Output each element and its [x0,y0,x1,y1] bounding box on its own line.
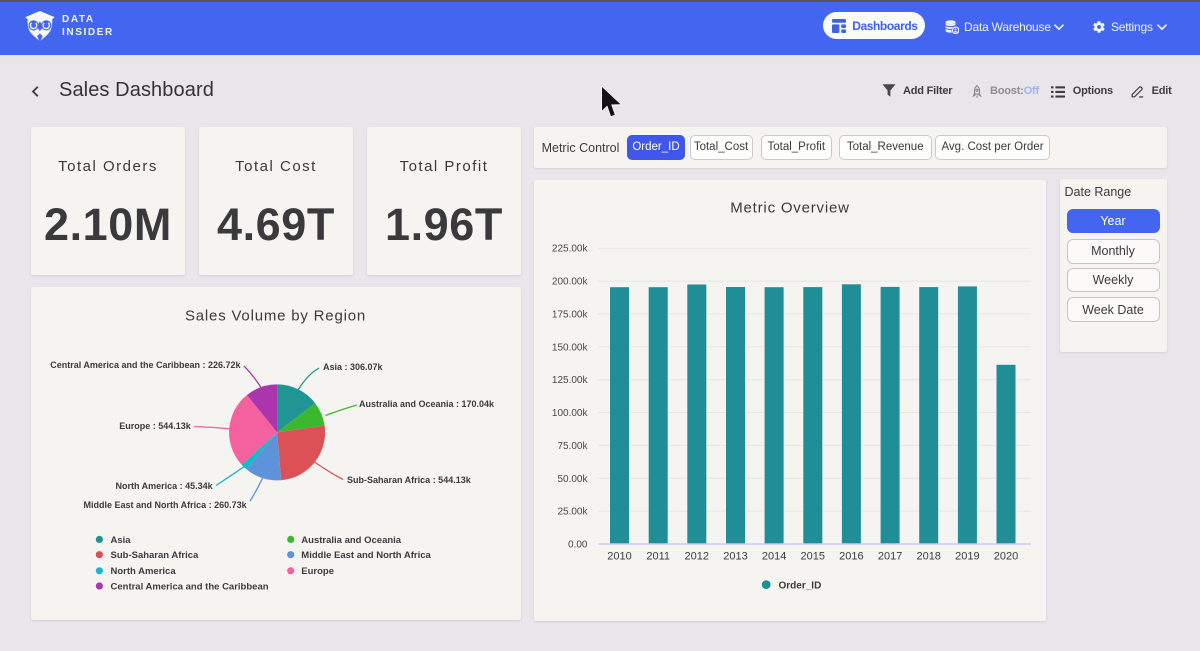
svg-text:100.00k: 100.00k [552,408,589,419]
svg-text:Sub-Saharan Africa: Sub-Saharan Africa [111,550,200,561]
svg-text:2014: 2014 [762,551,786,563]
svg-text:Central America and the Caribb: Central America and the Caribbean [111,581,269,592]
svg-text:0.00: 0.00 [568,540,588,551]
svg-text:Middle East and North Africa: Middle East and North Africa [301,550,431,561]
svg-text:2015: 2015 [801,551,825,563]
svg-text:Order_ID: Order_ID [779,580,822,591]
svg-text:North America : 45.34k: North America : 45.34k [115,481,213,491]
svg-text:2011: 2011 [646,551,670,563]
svg-text:Australia and Oceania : 170.04: Australia and Oceania : 170.04k [359,399,495,409]
svg-text:25.00k: 25.00k [557,507,588,518]
svg-text:Sub-Saharan Africa : 544.13k: Sub-Saharan Africa : 544.13k [347,475,472,485]
svg-text:125.00k: 125.00k [552,375,589,386]
svg-text:2019: 2019 [955,551,979,563]
svg-text:2018: 2018 [916,551,940,563]
svg-text:Europe : 544.13k: Europe : 544.13k [119,421,192,431]
svg-text:75.00k: 75.00k [557,441,588,452]
svg-text:225.00k: 225.00k [552,244,589,255]
svg-text:Asia : 306.07k: Asia : 306.07k [323,362,384,372]
svg-text:Asia: Asia [111,535,132,546]
svg-text:2013: 2013 [723,551,747,563]
svg-text:2017: 2017 [878,551,902,563]
svg-text:Central America and the Caribb: Central America and the Caribbean : 226.… [50,360,241,370]
svg-text:2010: 2010 [607,551,631,563]
svg-text:Sales Volume by Region: Sales Volume by Region [185,308,366,325]
svg-text:Europe: Europe [301,566,334,577]
svg-text:2012: 2012 [685,551,709,563]
svg-text:200.00k: 200.00k [552,277,589,288]
svg-text:150.00k: 150.00k [552,342,589,353]
svg-text:North America: North America [111,566,177,577]
svg-text:Middle East and North Africa :: Middle East and North Africa : 260.73k [83,500,247,510]
svg-text:Australia and Oceania: Australia and Oceania [301,535,402,546]
svg-text:Metric Overview: Metric Overview [730,199,850,216]
svg-text:2016: 2016 [839,551,863,563]
svg-text:2020: 2020 [994,551,1018,563]
svg-text:175.00k: 175.00k [552,309,589,320]
svg-text:50.00k: 50.00k [557,474,588,485]
